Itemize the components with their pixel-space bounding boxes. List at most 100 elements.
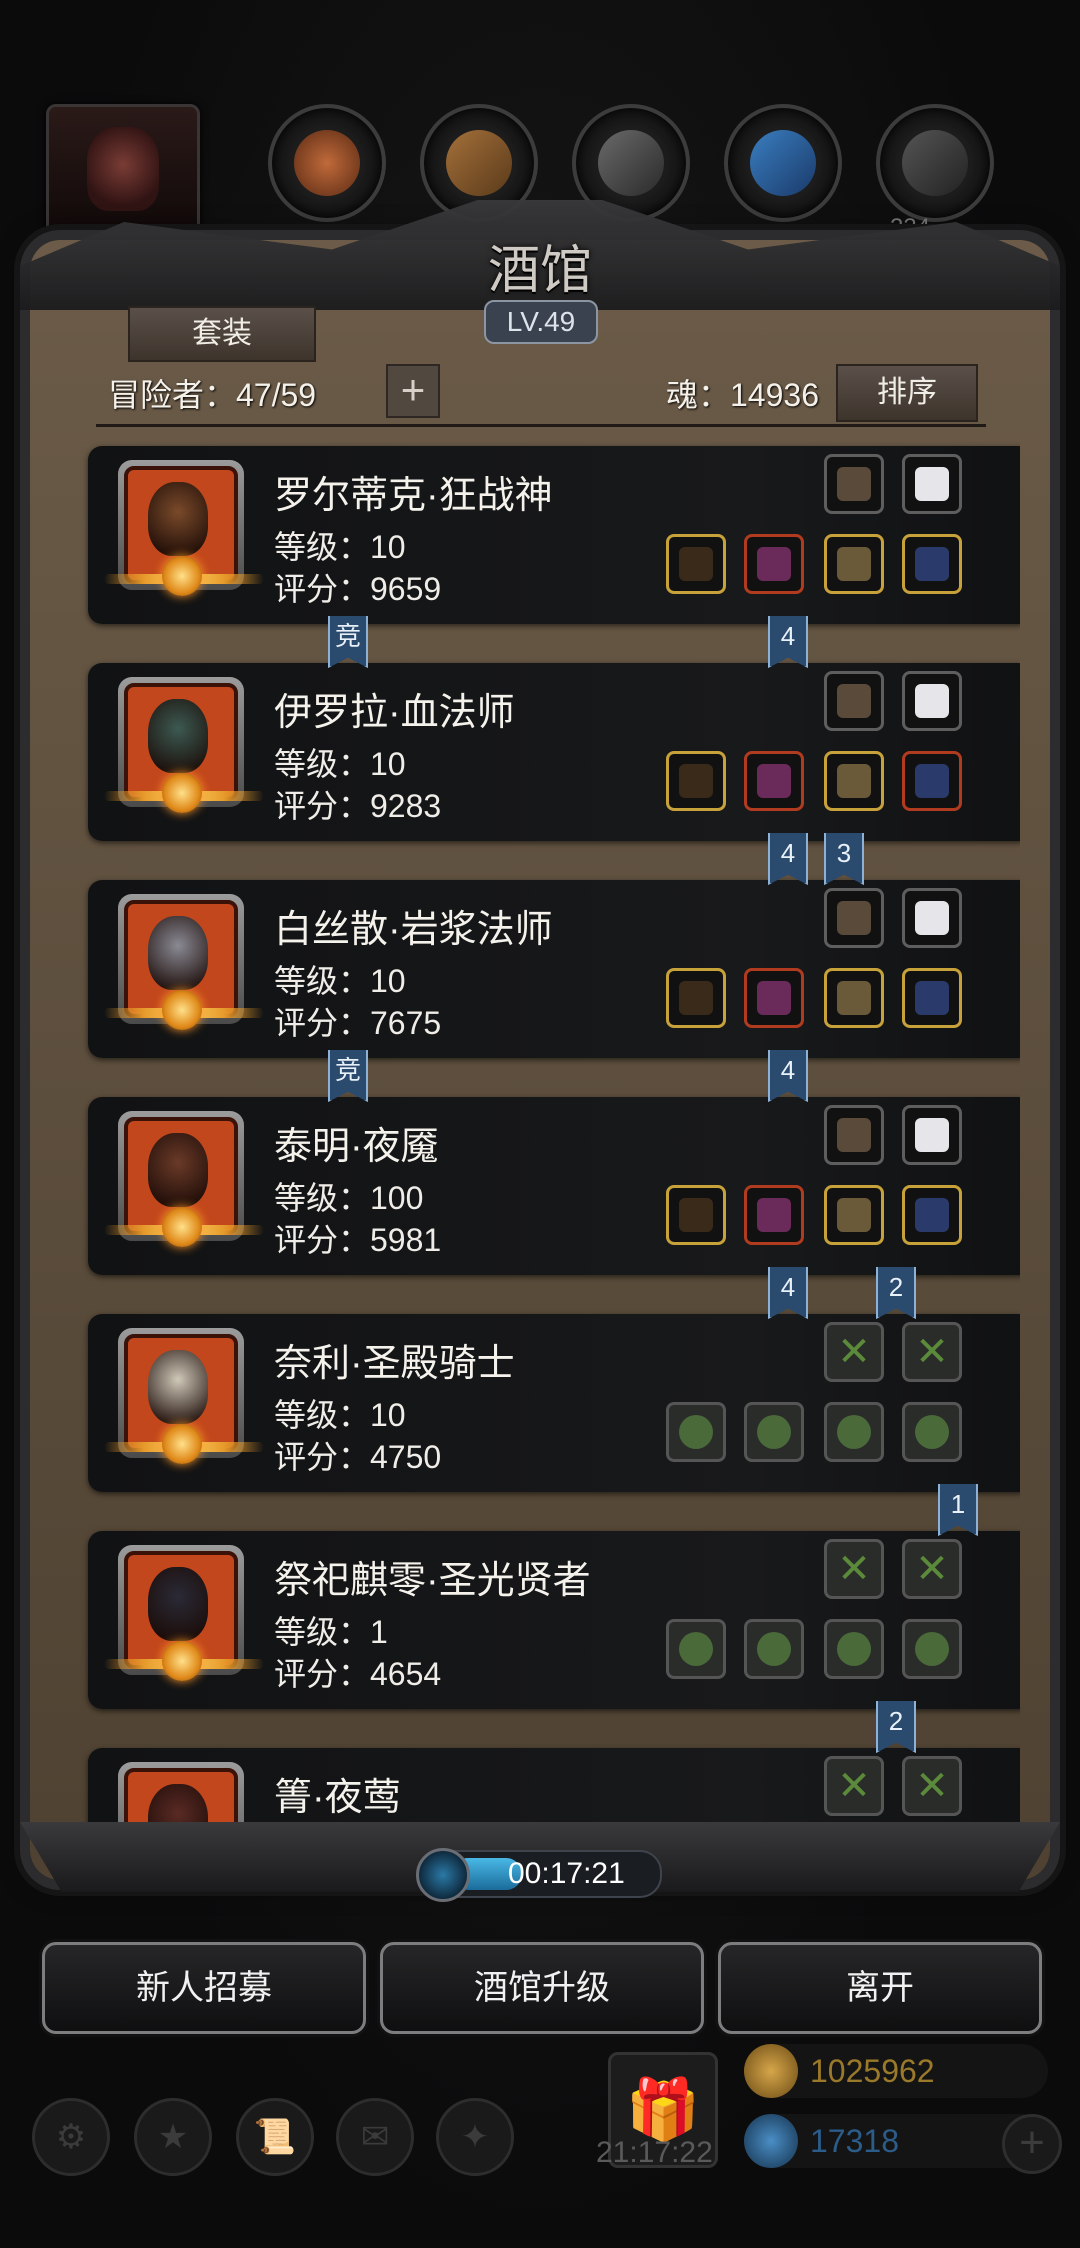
adventurer-level: 等级：10 [274,529,406,565]
wand-icon[interactable] [666,968,726,1028]
staff-icon[interactable] [666,751,726,811]
adventurer-card[interactable]: 罗尔蒂克·狂战神 等级：10 评分：9659 [88,446,1020,624]
bond-flag: 竞 [328,1050,368,1102]
rank-medal-icon [162,1207,202,1247]
panel-title: 酒馆 [487,241,592,301]
portrait-face [148,1784,208,1826]
bond-flag: 2 [876,1701,916,1753]
iron-resource-icon[interactable] [876,104,994,222]
bracelet-icon[interactable] [824,751,884,811]
adventurer-card[interactable]: 白丝散·岩浆法师等级：10 评分：7675 [88,880,1020,1058]
adventurer-name: 白丝散·岩浆法师 [274,909,553,951]
scroll-icon[interactable]: 📜 [236,2098,314,2176]
adventurer-score: 评分：4654 [274,1656,442,1692]
adventurer-card[interactable]: 箐·夜莺等级✕✕ [88,1748,1020,1826]
bow-icon[interactable] [902,454,962,514]
adventurer-list[interactable]: 罗尔蒂克·狂战神 等级：10 评分：9659 伊罗拉·血法师 等级：10 评分：9283 白… [60,440,1020,1826]
adventurer-level: 等级：1 [274,1614,388,1650]
portrait-face [148,1133,208,1207]
star-icon[interactable]: ★ [134,2098,212,2176]
adventurer-card[interactable]: 奈利·圣殿骑士 等级：10 评分：4750 ✕ ✕ [88,1314,1020,1492]
portrait-frame [118,1762,244,1826]
handshake-icon[interactable]: ✦ [436,2098,514,2176]
armor-icon[interactable] [744,534,804,594]
upgrade-tavern-button[interactable]: 酒馆升级 [380,1942,704,2034]
adventurer-card[interactable]: 泰明·夜魇 等级：100 评分：5981 [88,1097,1020,1275]
empty-slot-icon[interactable]: ✕ [902,1756,962,1816]
boot-icon[interactable] [902,968,962,1028]
bond-flag: 4 [768,833,808,885]
wing-icon[interactable] [902,888,962,948]
armor-icon[interactable] [744,751,804,811]
add-currency-button[interactable]: + [1002,2114,1062,2174]
empty-slot-icon[interactable]: ✕ [902,1539,962,1599]
player-avatar[interactable] [46,104,200,238]
add-adventurer-slot-button[interactable]: + [386,364,440,418]
recruit-button[interactable]: 新人招募 [42,1942,366,2034]
adventurer-card[interactable]: 伊罗拉·血法师 等级：10 评分：9283 [88,663,1020,841]
dagger-icon[interactable] [824,454,884,514]
header-divider [96,424,986,427]
empty-slot-icon[interactable]: ✕ [824,1539,884,1599]
amulet-icon[interactable] [902,751,962,811]
spear-icon[interactable] [666,1185,726,1245]
trophy-icon[interactable] [824,671,884,731]
ring-icon[interactable] [902,534,962,594]
adventurer-score: 评分：7675 [274,1005,442,1041]
portrait-face [148,699,208,773]
settings-icon[interactable]: ⚙ [32,2098,110,2176]
adventurer-card[interactable]: 祭祀麒零·圣光贤者 等级：1 评分：4654 ✕ ✕ [88,1531,1020,1709]
bond-flag: 1 [938,1484,978,1536]
leave-button[interactable]: 离开 [718,1942,1042,2034]
portrait [124,1768,238,1826]
sort-button[interactable]: 排序 [836,364,978,422]
gold-currency: 1025962 [744,2044,1048,2098]
potion-icon[interactable] [824,1185,884,1245]
gem-value: 17318 [810,2123,899,2159]
rune-icon[interactable] [824,534,884,594]
crest-icon[interactable] [824,1105,884,1165]
glove-icon[interactable] [824,968,884,1028]
rank-medal-icon [162,556,202,596]
timer-text: 00:17:21 [508,1857,625,1890]
portrait-face [148,916,208,990]
empty-orb-icon[interactable] [824,1619,884,1679]
mail-icon[interactable]: ✉ [336,2098,414,2176]
empty-orb-icon[interactable] [902,1619,962,1679]
axe-icon[interactable] [666,534,726,594]
crystal-resource-icon[interactable] [724,104,842,222]
robe-icon[interactable] [744,968,804,1028]
soul-count: 魂：14936 [666,377,819,413]
refresh-timer: 00:17:21 [416,1848,662,1902]
feather-icon[interactable] [902,671,962,731]
set-button[interactable]: 套装 [128,306,316,362]
empty-weapon-icon[interactable] [666,1402,726,1462]
portrait-face [148,482,208,556]
bond-flag: 3 [824,833,864,885]
empty-orb-icon[interactable] [824,1402,884,1462]
gold-icon [744,2044,798,2098]
vest-icon[interactable] [744,1185,804,1245]
rank-medal-icon [162,773,202,813]
adventurer-level: 等级：10 [274,963,406,999]
avatar-face [87,127,159,211]
empty-slot-icon[interactable]: ✕ [824,1756,884,1816]
empty-armor-icon[interactable] [744,1402,804,1462]
empty-orb-icon[interactable] [902,1402,962,1462]
adventurer-level: 等级：10 [274,1397,406,1433]
ring-icon[interactable] [902,1185,962,1245]
empty-slot-icon[interactable]: ✕ [824,1322,884,1382]
empty-slot-icon[interactable]: ✕ [902,1322,962,1382]
adventurer-name: 泰明·夜魇 [274,1126,439,1168]
clock-icon [416,1848,470,1902]
empty-armor-icon[interactable] [744,1619,804,1679]
bond-flag: 2 [876,1267,916,1319]
bond-flag: 4 [768,616,808,668]
adventurer-name: 罗尔蒂克·狂战神 [274,475,553,517]
leather-resource-icon[interactable] [268,104,386,222]
empty-weapon-icon[interactable] [666,1619,726,1679]
bond-flag: 4 [768,1267,808,1319]
feather-icon[interactable] [902,1105,962,1165]
bond-flag: 竞 [328,616,368,668]
bow-icon[interactable] [824,888,884,948]
